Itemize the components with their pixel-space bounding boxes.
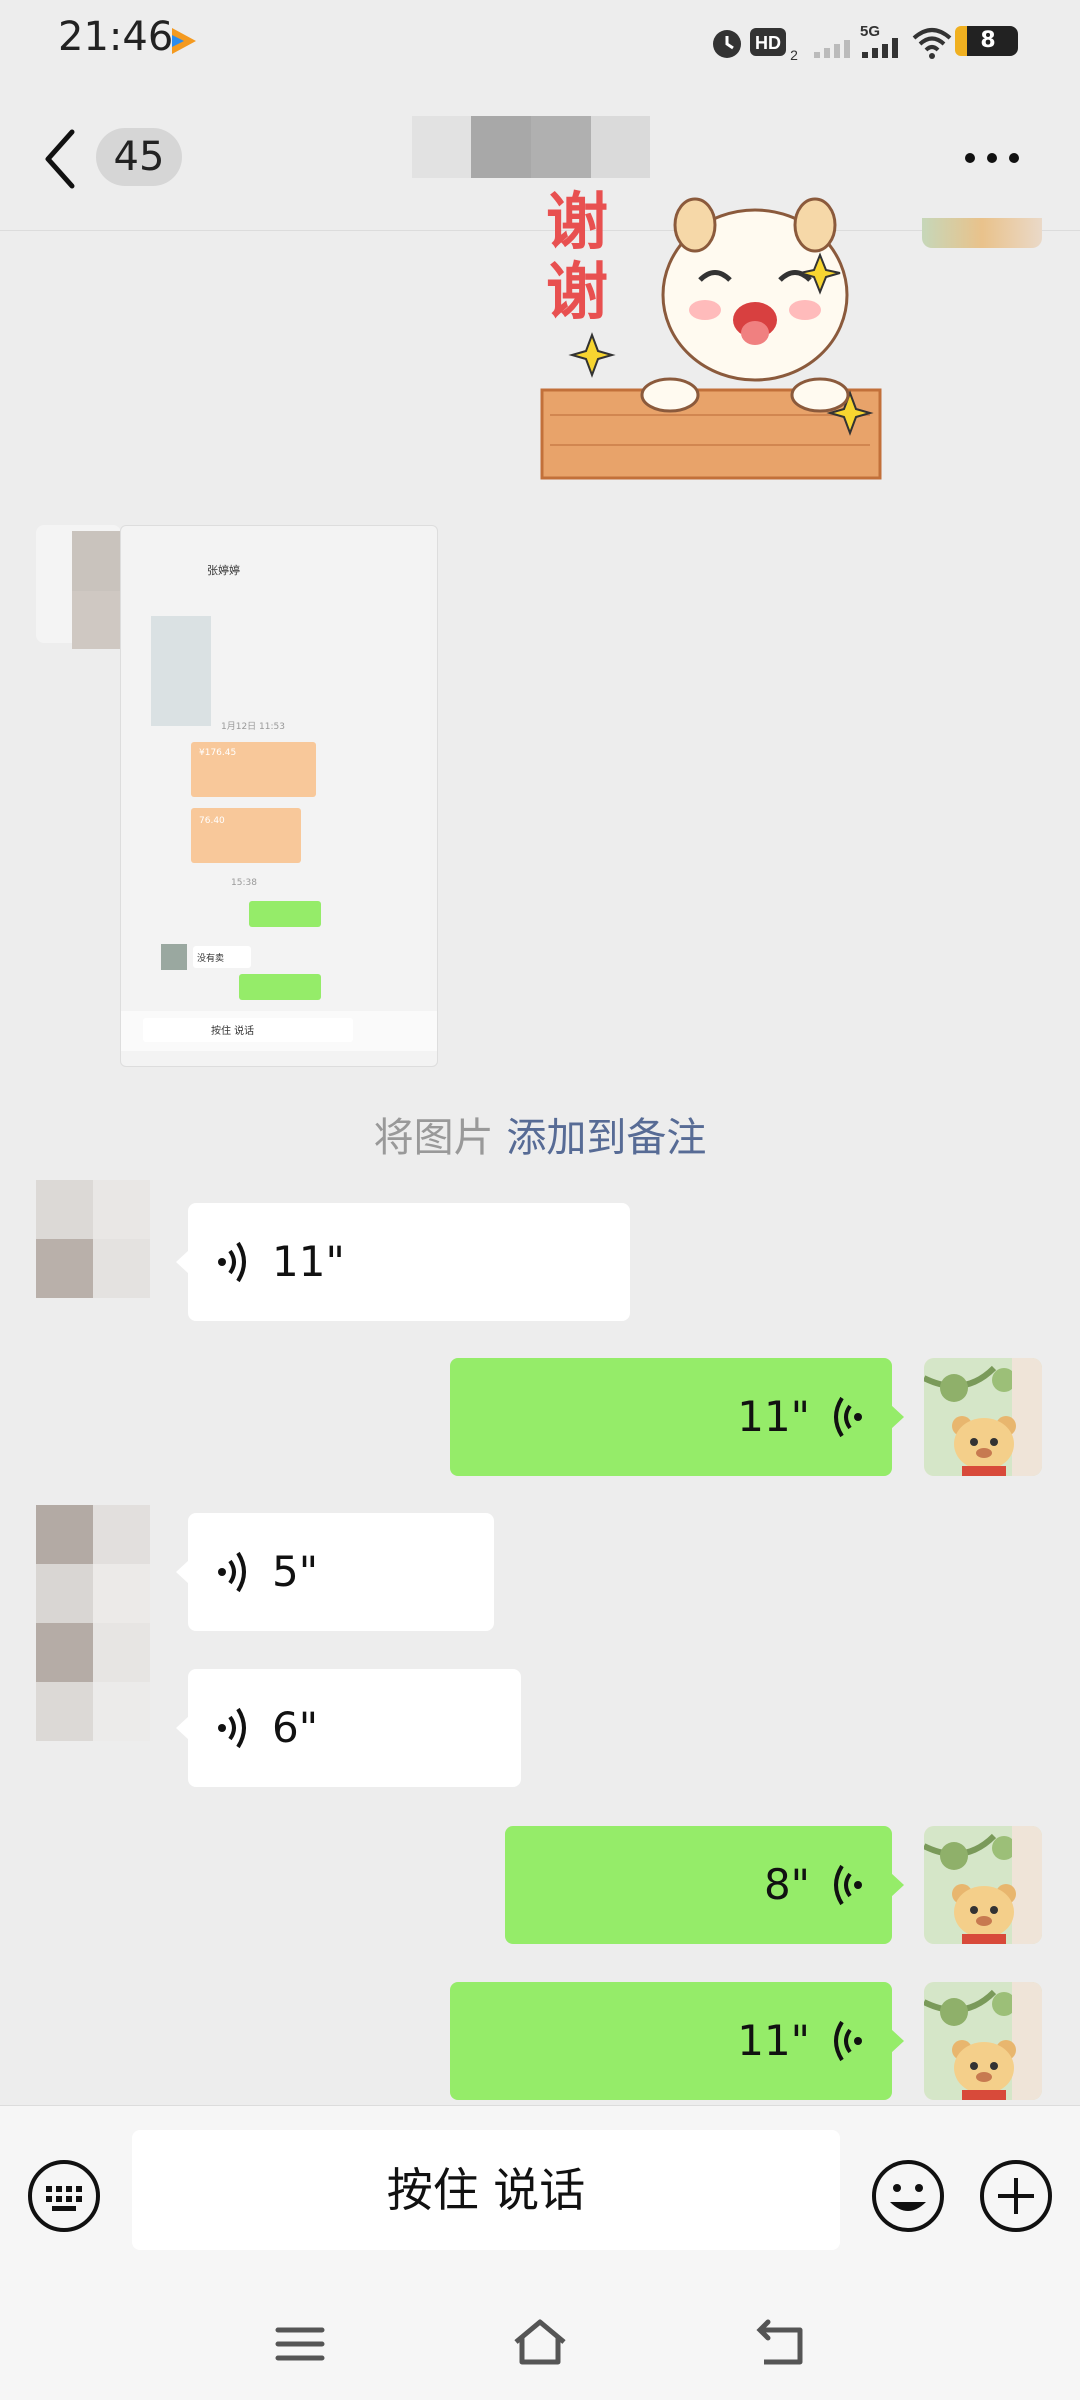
voice-duration: 11"	[272, 1237, 345, 1286]
chat-title-blurred[interactable]	[412, 116, 650, 178]
teddy-bear-avatar-icon	[924, 1358, 1042, 1476]
add-to-remark-link[interactable]: 添加到备注	[506, 1115, 706, 1161]
voice-message-out[interactable]: 8"	[505, 1826, 904, 1944]
add-to-remark-hint: 将图片 添加到备注	[0, 1105, 1080, 1163]
signal-weak-icon	[814, 40, 850, 58]
my-avatar[interactable]	[924, 1982, 1042, 2100]
plus-icon[interactable]	[978, 2158, 1054, 2234]
screenshot-amount-1: ¥176.45	[199, 748, 237, 758]
voice-wave-icon	[834, 1396, 862, 1438]
screenshot-amount-2: 76.40	[199, 816, 225, 826]
voice-duration: 11"	[737, 1392, 810, 1441]
svg-text:5G: 5G	[860, 23, 880, 40]
voice-message-in[interactable]: 11"	[176, 1203, 630, 1321]
system-nav-bar	[0, 2296, 1080, 2400]
voice-message-in[interactable]: 6"	[176, 1669, 521, 1787]
home-nav-icon[interactable]	[510, 2314, 570, 2374]
voice-duration: 5"	[272, 1547, 319, 1596]
status-bar: 21:46 HD 2 5G 8	[0, 0, 1080, 80]
unread-count-badge[interactable]: 45	[96, 128, 182, 186]
status-time: 21:46	[58, 14, 174, 60]
voice-message-out[interactable]: 11"	[450, 1982, 904, 2100]
menu-nav-icon[interactable]	[270, 2314, 330, 2374]
more-options-icon[interactable]	[962, 144, 1022, 172]
voice-duration: 6"	[272, 1703, 319, 1752]
voice-duration: 11"	[737, 2016, 810, 2065]
svg-text:HD: HD	[755, 33, 781, 53]
teddy-bear-avatar-icon	[924, 1826, 1042, 1944]
back-arrow-icon[interactable]	[36, 124, 86, 194]
alarm-icon	[713, 30, 741, 58]
voice-message-in[interactable]: 5"	[176, 1513, 494, 1631]
contact-avatar-blurred[interactable]	[36, 1180, 150, 1298]
screenshot-hold-btn: 按住 说话	[211, 1026, 255, 1037]
teddy-bear-avatar-icon	[924, 1982, 1042, 2100]
svg-text:谢: 谢	[546, 185, 608, 258]
keyboard-icon[interactable]	[26, 2158, 102, 2234]
emoji-icon[interactable]	[870, 2158, 946, 2234]
screenshot-text: 没有卖	[197, 954, 225, 964]
back-nav-icon[interactable]	[750, 2314, 810, 2374]
my-avatar[interactable]	[922, 218, 1042, 248]
contact-avatar-blurred[interactable]	[36, 1505, 150, 1741]
voice-duration: 8"	[763, 1860, 810, 1909]
svg-text:谢: 谢	[546, 255, 608, 328]
voice-wave-icon	[218, 1707, 246, 1749]
svg-text:2: 2	[790, 47, 798, 62]
battery-icon: 8	[955, 26, 1018, 56]
voice-message-out[interactable]: 11"	[450, 1358, 904, 1476]
signal-5g-icon: 5G	[860, 23, 898, 58]
voice-wave-icon	[834, 1864, 862, 1906]
sticker-thanks-dog[interactable]: 谢 谢	[540, 185, 885, 480]
hd-icon: HD 2	[750, 28, 798, 62]
hint-prefix: 将图片	[373, 1115, 494, 1161]
voice-wave-icon	[834, 2020, 862, 2062]
screenshot-preview: 张婷婷 1月12日 11:53 ¥176.45 76.40 15:38 没有卖 …	[120, 525, 438, 1067]
input-bar: 按住 说话	[0, 2105, 1080, 2296]
my-avatar[interactable]	[924, 1826, 1042, 1944]
app-notification-icon	[172, 28, 196, 54]
hold-to-talk-button[interactable]: 按住 说话	[132, 2130, 840, 2250]
screenshot-time-2: 15:38	[231, 878, 257, 888]
voice-wave-icon	[218, 1241, 246, 1283]
my-avatar[interactable]	[924, 1358, 1042, 1476]
screenshot-date: 1月12日 11:53	[221, 722, 285, 732]
image-message-screenshot[interactable]: 张婷婷 1月12日 11:53 ¥176.45 76.40 15:38 没有卖 …	[36, 525, 438, 1067]
wifi-icon	[912, 28, 952, 59]
screenshot-title: 张婷婷	[207, 564, 240, 577]
voice-wave-icon	[218, 1551, 246, 1593]
